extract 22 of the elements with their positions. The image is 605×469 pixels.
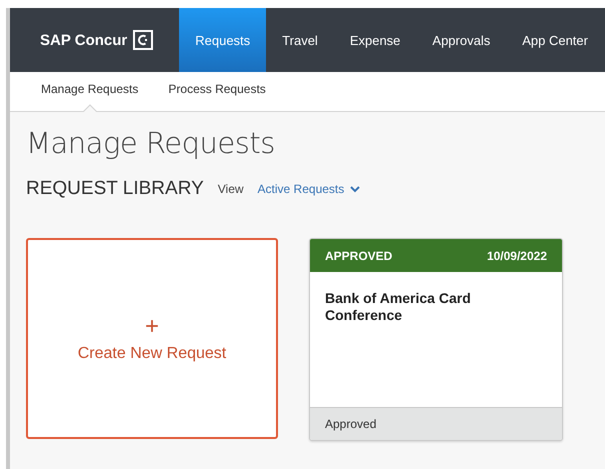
nav-tab[interactable]: Requests: [179, 8, 266, 72]
page-title: Manage Requests: [26, 126, 276, 160]
logo-icon: [133, 30, 154, 50]
request-card[interactable]: APPROVED 10/09/2022 Bank of America Card Conference Approved: [309, 238, 563, 441]
create-request-label: Create New Request: [78, 344, 226, 362]
status-label: APPROVED: [325, 248, 392, 262]
section-heading: REQUEST LIBRARY: [26, 178, 204, 200]
sub-tab[interactable]: Manage Requests: [41, 82, 138, 112]
plus-icon: +: [144, 314, 159, 338]
create-request-card[interactable]: + Create New Request: [26, 238, 278, 439]
nav-tab[interactable]: Approvals: [416, 8, 506, 72]
view-label: View: [218, 182, 244, 196]
nav-tab[interactable]: App Center: [506, 8, 604, 72]
chevron-down-icon: [350, 186, 360, 192]
sub-tab[interactable]: Process Requests: [168, 82, 266, 112]
nav-tab[interactable]: Expense: [334, 8, 416, 72]
nav-tab[interactable]: Travel: [266, 8, 334, 72]
brand-name: SAP Concur: [40, 32, 128, 48]
request-title: Bank of America Card Conference: [324, 289, 472, 325]
request-date: 10/09/2022: [486, 248, 547, 262]
filter-dropdown[interactable]: Active Requests: [258, 182, 360, 196]
footer-status: Approved: [325, 417, 376, 431]
